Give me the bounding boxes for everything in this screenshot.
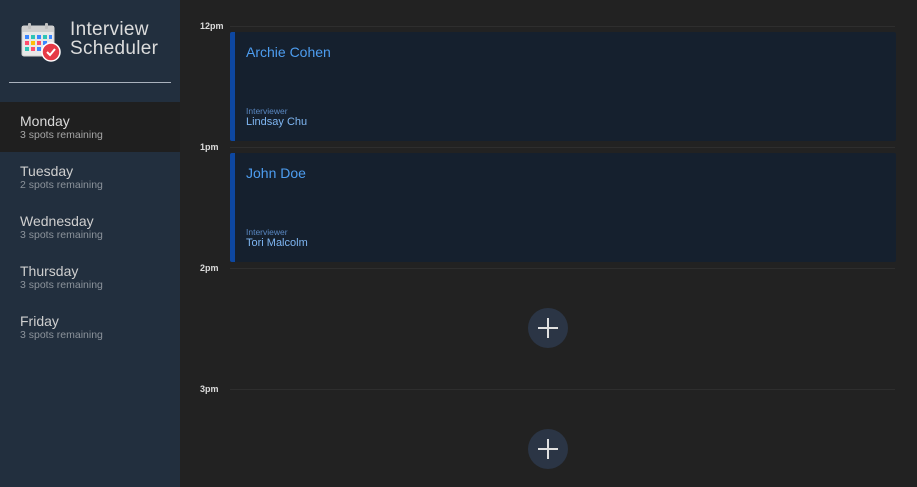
day-name: Tuesday — [20, 163, 74, 179]
sidebar-divider — [9, 82, 171, 83]
brand: Interview Scheduler — [20, 20, 158, 63]
day-spots: 3 spots remaining — [20, 329, 103, 341]
day-list: Monday 3 spots remaining Tuesday 2 spots… — [0, 102, 180, 352]
slot-divider — [230, 26, 895, 27]
slot-12pm: 12pm Archie Cohen Interviewer Lindsay Ch… — [180, 21, 917, 147]
sidebar: Interview Scheduler Monday 3 spots remai… — [0, 0, 180, 487]
interviewer-label: Interviewer — [246, 106, 288, 116]
student-name: John Doe — [246, 165, 306, 181]
app-title: Interview Scheduler — [70, 20, 158, 58]
add-appointment-button[interactable] — [528, 308, 568, 348]
slot-divider — [230, 147, 895, 148]
slot-divider — [230, 268, 895, 269]
app-title-line1: Interview — [70, 19, 149, 40]
day-name: Wednesday — [20, 213, 94, 229]
day-item-monday[interactable]: Monday 3 spots remaining — [0, 102, 180, 152]
day-spots: 3 spots remaining — [20, 279, 103, 291]
appointment-card[interactable]: Archie Cohen Interviewer Lindsay Chu — [230, 32, 896, 141]
day-spots: 3 spots remaining — [20, 129, 103, 141]
day-name: Thursday — [20, 263, 79, 279]
day-spots: 2 spots remaining — [20, 179, 103, 191]
day-spots: 3 spots remaining — [20, 229, 103, 241]
app-title-line2: Scheduler — [70, 38, 159, 59]
slot-1pm: 1pm John Doe Interviewer Tori Malcolm — [180, 142, 917, 268]
slot-divider — [230, 389, 895, 390]
day-name: Friday — [20, 313, 59, 329]
day-item-friday[interactable]: Friday 3 spots remaining — [0, 302, 180, 352]
day-item-thursday[interactable]: Thursday 3 spots remaining — [0, 252, 180, 302]
appointment-card[interactable]: John Doe Interviewer Tori Malcolm — [230, 153, 896, 262]
day-item-wednesday[interactable]: Wednesday 3 spots remaining — [0, 202, 180, 252]
day-item-tuesday[interactable]: Tuesday 2 spots remaining — [0, 152, 180, 202]
schedule: 12pm Archie Cohen Interviewer Lindsay Ch… — [180, 0, 917, 487]
slot-time: 2pm — [200, 263, 219, 273]
slot-time: 12pm — [200, 21, 224, 31]
slot-3pm: 3pm — [180, 384, 917, 487]
interviewer-label: Interviewer — [246, 227, 288, 237]
day-name: Monday — [20, 113, 70, 129]
interviewer-name: Tori Malcolm — [246, 237, 308, 249]
slot-time: 1pm — [200, 142, 219, 152]
add-appointment-button[interactable] — [528, 429, 568, 469]
interviewer-name: Lindsay Chu — [246, 116, 308, 128]
plus-icon — [547, 439, 549, 459]
slot-2pm: 2pm — [180, 263, 917, 389]
plus-icon — [547, 318, 549, 338]
calendar-check-icon — [21, 23, 61, 62]
slot-time: 3pm — [200, 384, 219, 394]
student-name: Archie Cohen — [246, 44, 331, 60]
